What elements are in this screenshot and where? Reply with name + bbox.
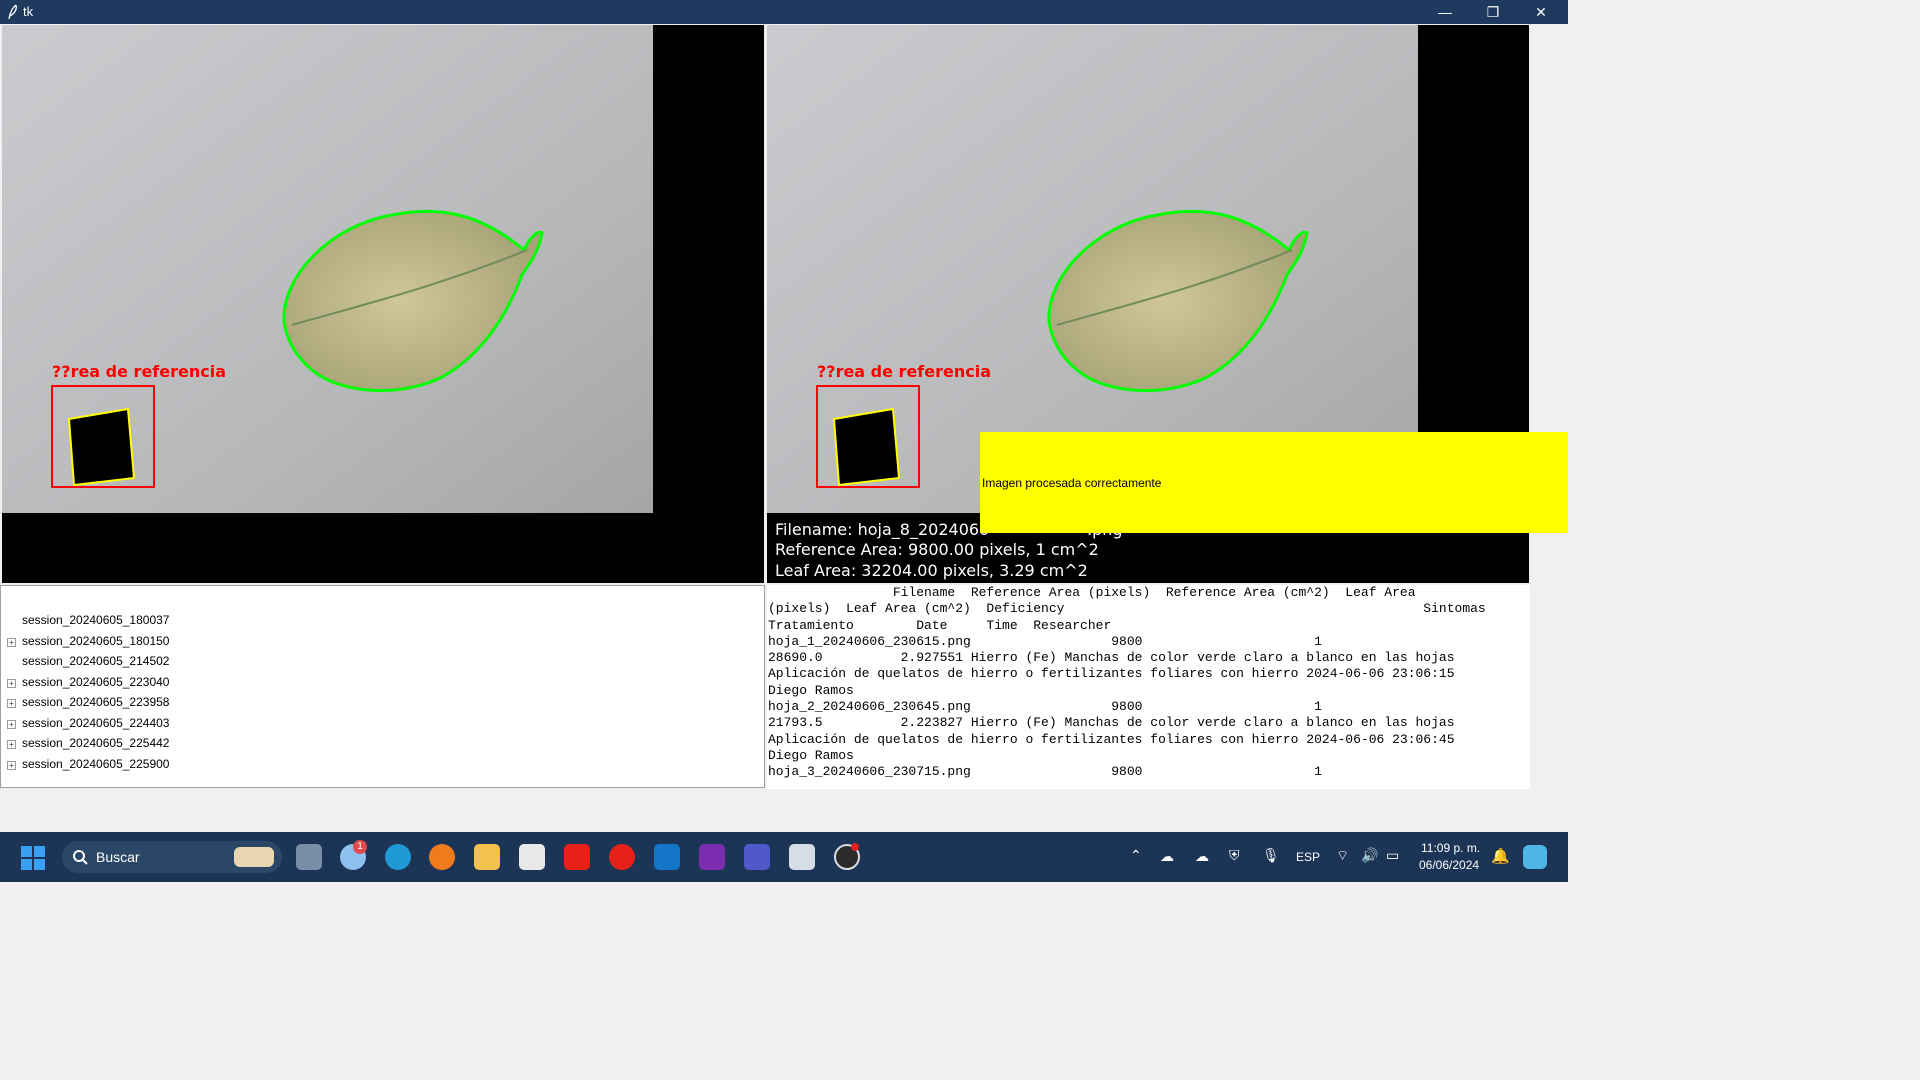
results-line: 28690.0 2.927551 Hierro (Fe) Manchas de … bbox=[768, 650, 1455, 666]
youtube-icon[interactable] bbox=[564, 844, 590, 870]
search-icon bbox=[73, 850, 88, 865]
notification-bell-icon[interactable]: 🔔 bbox=[1491, 847, 1510, 865]
overlay-filename: Filename: hoja_8_2024060.png bbox=[775, 520, 1123, 539]
tree-item[interactable]: + session_20240605_225442 bbox=[1, 736, 301, 756]
reference-area-label: ??rea de referencia bbox=[52, 362, 226, 381]
expand-icon[interactable]: + bbox=[7, 699, 16, 708]
tk-feather-icon bbox=[8, 4, 17, 20]
firefox-icon[interactable] bbox=[429, 844, 455, 870]
tree-item[interactable]: + session_20240605_224403 bbox=[1, 716, 301, 736]
tree-item[interactable]: session_20240605_214502 bbox=[1, 654, 301, 674]
tree-item[interactable]: + session_20240605_223040 bbox=[1, 675, 301, 695]
expand-icon[interactable]: + bbox=[7, 720, 16, 729]
task-view-icon[interactable] bbox=[296, 844, 322, 870]
results-line: Tratamiento Date Time Researcher bbox=[768, 617, 1112, 633]
cloud-sync-icon[interactable]: ☁ bbox=[1195, 848, 1209, 865]
recording-indicator bbox=[851, 843, 859, 851]
tree-item[interactable]: session_20240605_180037 bbox=[1, 613, 301, 633]
weather-badge: 1 bbox=[353, 840, 367, 854]
session-tree[interactable]: session_20240605_180037 + session_202406… bbox=[0, 585, 765, 788]
tree-item[interactable]: + session_20240605_180150 bbox=[1, 634, 301, 654]
store-icon[interactable] bbox=[519, 844, 545, 870]
defender-shield-icon[interactable]: ⛨ bbox=[1229, 847, 1240, 864]
original-image-panel: ??rea de referencia bbox=[2, 25, 764, 583]
reference-area-label: ??rea de referencia bbox=[817, 362, 991, 381]
outlook-icon[interactable] bbox=[654, 844, 680, 870]
clock-date[interactable]: 06/06/2024 bbox=[1419, 858, 1479, 872]
tree-item[interactable]: + session_20240605_223958 bbox=[1, 695, 301, 715]
overlay-leaf-area: Leaf Area: 32204.00 pixels, 3.29 cm^2 bbox=[775, 561, 1088, 580]
results-line: (pixels) Leaf Area (cm^2) Deficiency Sin… bbox=[768, 601, 1486, 617]
teams-icon[interactable] bbox=[744, 844, 770, 870]
results-text-area[interactable]: Filename Reference Area (pixels) Referen… bbox=[767, 585, 1530, 789]
battery-icon[interactable]: ▭ bbox=[1386, 847, 1399, 864]
expand-icon[interactable]: + bbox=[7, 761, 16, 770]
overlay-reference-area: Reference Area: 9800.00 pixels, 1 cm^2 bbox=[775, 540, 1099, 559]
search-placeholder: Buscar bbox=[96, 849, 140, 865]
title-bar: tk — ❐ ✕ bbox=[0, 0, 1568, 24]
youtube-music-icon[interactable] bbox=[609, 844, 635, 870]
results-line: Aplicación de quelatos de hierro o ferti… bbox=[768, 666, 1455, 682]
close-button[interactable]: ✕ bbox=[1518, 0, 1564, 24]
tree-item[interactable]: + session_20240605_225900 bbox=[1, 757, 301, 777]
results-line: Filename Reference Area (pixels) Referen… bbox=[768, 585, 1416, 600]
expand-icon[interactable]: + bbox=[7, 638, 16, 647]
results-line: Diego Ramos bbox=[768, 747, 854, 763]
status-message: Imagen procesada correctamente bbox=[980, 432, 1568, 533]
taskbar-search[interactable]: Buscar bbox=[62, 841, 282, 873]
minimize-button[interactable]: — bbox=[1422, 0, 1468, 24]
taskbar: Buscar 1 ⌃ ☁ ☁ ⛨ 🎙 ESP ⌔ 🔊 ▭ 11:09 p. m.… bbox=[0, 832, 1568, 882]
original-leaf-image: ??rea de referencia bbox=[2, 25, 653, 513]
clock-time[interactable]: 11:09 p. m. bbox=[1421, 841, 1480, 855]
microphone-icon[interactable]: 🎙 bbox=[1262, 847, 1280, 864]
results-line: Diego Ramos bbox=[768, 682, 854, 698]
results-line: hoja_3_20240606_230715.png 9800 1 bbox=[768, 764, 1322, 780]
expand-icon[interactable]: + bbox=[7, 740, 16, 749]
results-line: hoja_1_20240606_230615.png 9800 1 bbox=[768, 633, 1322, 649]
expand-icon[interactable]: + bbox=[7, 679, 16, 688]
chevron-up-icon[interactable]: ⌃ bbox=[1130, 847, 1142, 864]
restore-button[interactable]: ❐ bbox=[1470, 0, 1516, 24]
search-highlight-icon bbox=[234, 847, 274, 867]
file-explorer-icon[interactable] bbox=[474, 844, 500, 870]
onedrive-icon[interactable]: ☁ bbox=[1160, 848, 1174, 865]
wifi-icon[interactable]: ⌔ bbox=[1336, 847, 1349, 865]
status-message-text: Imagen procesada correctamente bbox=[982, 476, 1162, 490]
results-line: 21793.5 2.223827 Hierro (Fe) Manchas de … bbox=[768, 715, 1455, 731]
onenote-icon[interactable] bbox=[699, 844, 725, 870]
copilot-icon[interactable] bbox=[1523, 845, 1547, 869]
results-line: hoja_2_20240606_230645.png 9800 1 bbox=[768, 699, 1322, 715]
python-idle-icon[interactable] bbox=[789, 844, 815, 870]
language-indicator[interactable]: ESP bbox=[1296, 850, 1320, 864]
edge-icon[interactable] bbox=[385, 844, 411, 870]
volume-icon[interactable]: 🔊 bbox=[1361, 847, 1378, 864]
results-line: Aplicación de quelatos de hierro o ferti… bbox=[768, 731, 1455, 747]
window-title: tk bbox=[23, 4, 34, 19]
windows-start-icon[interactable] bbox=[21, 846, 45, 870]
